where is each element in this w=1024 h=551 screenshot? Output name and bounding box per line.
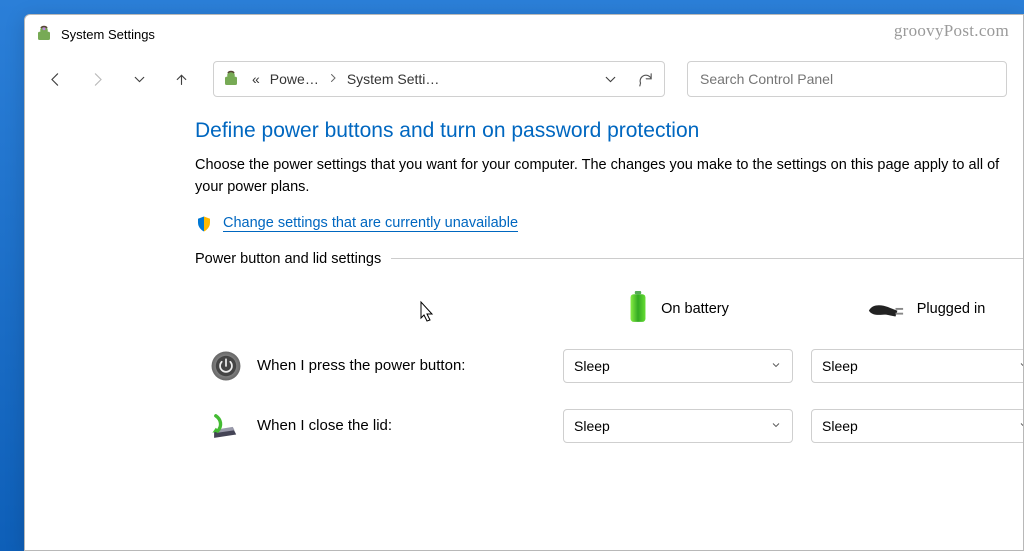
power-button-plugged-select[interactable]: Sleep: [811, 349, 1024, 383]
breadcrumb-prefix: «: [250, 67, 262, 91]
breadcrumb-seg-power[interactable]: Powe…: [268, 67, 321, 91]
page-heading: Define power buttons and turn on passwor…: [195, 119, 1023, 143]
select-value: Sleep: [574, 418, 610, 434]
section-legend: Power button and lid settings: [195, 251, 391, 267]
change-settings-link[interactable]: Change settings that are currently unava…: [223, 215, 518, 232]
on-battery-header: On battery: [563, 291, 793, 327]
breadcrumb-seg-system-settings[interactable]: System Setti…: [345, 67, 442, 91]
shield-icon: [195, 215, 213, 233]
power-button-label: When I press the power button:: [257, 357, 465, 374]
change-settings-row: Change settings that are currently unava…: [195, 215, 1023, 233]
chevron-down-icon: [770, 358, 782, 374]
select-value: Sleep: [574, 358, 610, 374]
power-button-lid-section: Power button and lid settings On battery: [195, 251, 1024, 469]
titlebar: System Settings: [25, 15, 1023, 53]
select-value: Sleep: [822, 418, 858, 434]
on-battery-label: On battery: [661, 301, 729, 317]
recent-chevron-icon[interactable]: [125, 65, 153, 93]
plugged-in-header: Plugged in: [811, 295, 1024, 323]
breadcrumb-app-icon: [222, 70, 240, 88]
battery-icon: [627, 291, 649, 327]
chevron-right-icon: [327, 71, 339, 87]
search-input[interactable]: [687, 61, 1007, 97]
breadcrumb-dropdown-chevron-icon[interactable]: [596, 65, 624, 93]
select-value: Sleep: [822, 358, 858, 374]
system-settings-window: groovyPost.com System Settings « Powe…: [24, 14, 1024, 551]
refresh-button[interactable]: [630, 64, 660, 94]
lid-label: When I close the lid:: [257, 417, 392, 434]
breadcrumb[interactable]: « Powe… System Setti…: [213, 61, 665, 97]
chevron-down-icon: [1018, 358, 1024, 374]
lid-plugged-select[interactable]: Sleep: [811, 409, 1024, 443]
nav-toolbar: « Powe… System Setti…: [25, 53, 1023, 109]
app-icon: [35, 25, 53, 43]
page-description: Choose the power settings that you want …: [195, 155, 1023, 199]
power-button-battery-select[interactable]: Sleep: [563, 349, 793, 383]
back-button[interactable]: [41, 65, 69, 93]
plugged-in-label: Plugged in: [917, 301, 986, 317]
chevron-down-icon: [770, 418, 782, 434]
power-button-row: When I press the power button: Sleep Sle…: [195, 349, 1024, 383]
chevron-down-icon: [1018, 418, 1024, 434]
window-title: System Settings: [61, 27, 155, 42]
lid-battery-select[interactable]: Sleep: [563, 409, 793, 443]
lid-row: When I close the lid: Sleep Sleep: [195, 409, 1024, 443]
column-headers: On battery Plugged in: [195, 291, 1024, 327]
power-button-icon: [209, 349, 243, 383]
laptop-lid-icon: [209, 409, 243, 443]
watermark: groovyPost.com: [894, 21, 1009, 41]
up-button[interactable]: [167, 65, 195, 93]
content-area: Define power buttons and turn on passwor…: [25, 109, 1023, 469]
forward-button[interactable]: [83, 65, 111, 93]
plug-icon: [867, 295, 905, 323]
